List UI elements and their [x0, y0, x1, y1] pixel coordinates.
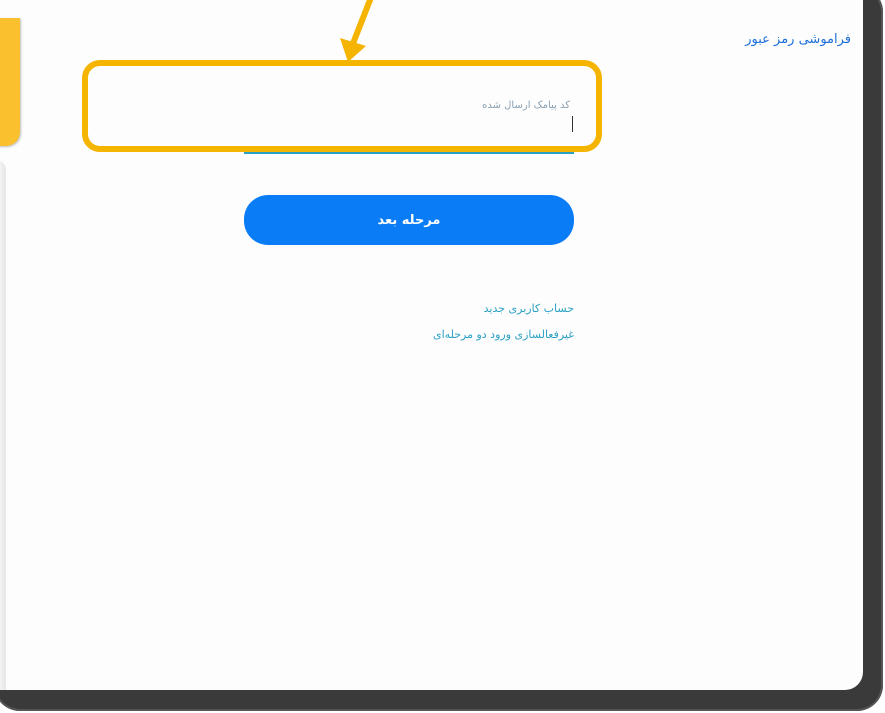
- side-panel-edge: [0, 160, 6, 690]
- new-account-link[interactable]: حساب کاربری جدید: [484, 302, 574, 315]
- disable-two-step-link[interactable]: غیرفعالسازی ورود دو مرحله‌ای: [433, 328, 574, 341]
- sms-code-input[interactable]: [244, 88, 574, 154]
- tutorial-callout-tab: [0, 18, 20, 146]
- device-frame: فراموشی رمز عبور مرحله بعد حساب کاربری ج…: [0, 0, 883, 711]
- app-screen: فراموشی رمز عبور مرحله بعد حساب کاربری ج…: [0, 0, 863, 690]
- next-step-button[interactable]: مرحله بعد: [244, 195, 574, 245]
- page-title: فراموشی رمز عبور: [745, 32, 851, 47]
- text-cursor: [572, 116, 573, 132]
